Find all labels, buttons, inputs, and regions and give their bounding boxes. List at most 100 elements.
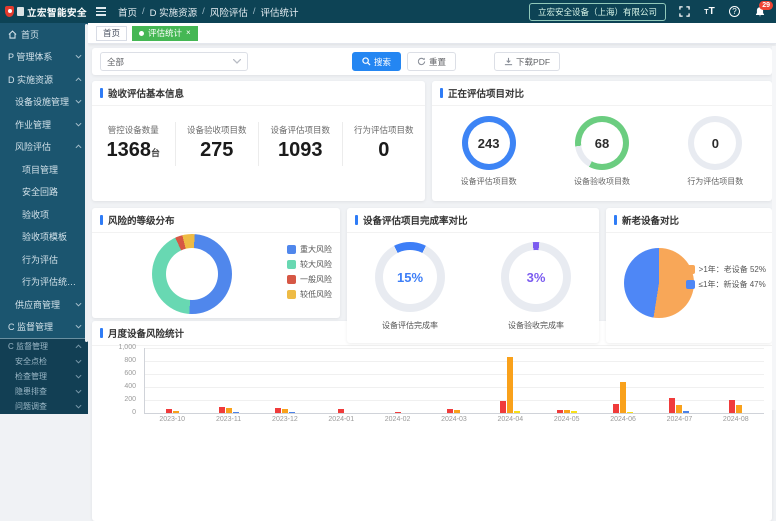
chevron-up-icon <box>75 144 82 149</box>
bar-red[interactable] <box>613 404 619 413</box>
newold-legend-item-1[interactable]: ≤1年：新设备 47% <box>686 279 766 290</box>
y-axis-tick: 800 <box>100 357 136 364</box>
refresh-icon <box>417 57 426 66</box>
bar-red[interactable] <box>557 410 563 413</box>
page-scrollbar[interactable] <box>772 46 776 410</box>
chevron-down-icon <box>75 324 82 329</box>
sidebar-item-10[interactable]: 行为评估 <box>0 248 88 271</box>
sidebar-item-0[interactable]: 首页 <box>0 23 88 46</box>
sidebar-item-1[interactable]: P 管理体系 <box>0 46 88 69</box>
risk-legend-item-1[interactable]: 较大风险 <box>287 259 332 270</box>
topbar-actions: 立宏安全设备（上海）有限公司 TT ? 29 <box>529 3 776 21</box>
legend-swatch <box>287 245 296 254</box>
help-icon[interactable]: ? <box>728 5 741 18</box>
breadcrumb-item[interactable]: 风险评估 <box>210 5 248 19</box>
notification-badge: 29 <box>759 1 773 10</box>
bar-red[interactable] <box>275 408 281 413</box>
risk-legend-item-3[interactable]: 较低风险 <box>287 289 332 300</box>
bar-red[interactable] <box>395 412 401 413</box>
sidebar-item-9[interactable]: 验收项模板 <box>0 226 88 249</box>
bar-blue[interactable] <box>289 412 295 413</box>
chevron-down-icon <box>75 122 82 127</box>
bar-red[interactable] <box>669 398 675 413</box>
newold-legend-item-0[interactable]: >1年：老设备 52% <box>686 264 766 275</box>
sidebar-scrollbar[interactable] <box>85 24 88 342</box>
sidebar-item-12[interactable]: 供应商管理 <box>0 293 88 316</box>
sidebar-item-4[interactable]: 问题调查 <box>0 399 88 414</box>
bar-group-2024-07 <box>651 348 707 413</box>
app-logo: 立宏智能安全 <box>0 5 88 19</box>
progress-donut-1: 68 设备验收项目数 <box>557 116 647 187</box>
breadcrumb-item[interactable]: 首页 <box>118 5 137 19</box>
filter-bar: 全部 搜索 重置 下载PDF <box>92 48 772 75</box>
active-tab-dot <box>139 31 144 36</box>
sidebar-collapse-icon[interactable] <box>96 7 106 16</box>
tab-0[interactable]: 首页 <box>96 26 127 41</box>
stat-value: 1368台 <box>92 139 175 164</box>
font-size-icon[interactable]: TT <box>703 5 716 18</box>
bar-yellow[interactable] <box>571 411 577 413</box>
sidebar-item-11[interactable]: 行为评估统… <box>0 271 88 294</box>
bar-orange[interactable] <box>507 357 513 413</box>
card-basic-info: 验收评估基本信息 管控设备数量 1368台设备验收项目数 275设备评估项目数 … <box>92 81 425 201</box>
bar-group-2023-10 <box>144 348 200 413</box>
stat-1: 设备验收项目数 275 <box>176 122 260 166</box>
completion-gauge-0: 15% 设备评估完成率 <box>360 242 460 331</box>
bar-orange[interactable] <box>454 410 460 413</box>
chevron-down-icon <box>233 59 241 64</box>
sidebar: 首页P 管理体系D 实施资源设备设施管理作业管理风险评估项目管理安全回路验收项验… <box>0 23 88 410</box>
bar-yellow[interactable] <box>514 411 520 413</box>
risk-legend-item-0[interactable]: 重大风险 <box>287 244 332 255</box>
company-button[interactable]: 立宏安全设备（上海）有限公司 <box>529 3 666 21</box>
card-basic-info-title: 验收评估基本信息 <box>92 81 425 106</box>
tab-1[interactable]: 评估统计× <box>132 26 198 41</box>
fullscreen-icon[interactable] <box>678 5 691 18</box>
bar-red[interactable] <box>729 400 735 413</box>
sidebar-item-5[interactable]: 风险评估 <box>0 136 88 159</box>
sidebar-item-7[interactable]: 安全回路 <box>0 181 88 204</box>
bar-orange[interactable] <box>564 410 570 413</box>
filter-select[interactable]: 全部 <box>100 52 248 71</box>
main-area: 首页评估统计× 全部 搜索 重置 下载PDF 验收评估基本信息 <box>88 23 776 410</box>
y-axis-tick: 200 <box>100 396 136 403</box>
bar-orange[interactable] <box>620 382 626 413</box>
bar-orange[interactable] <box>173 411 179 413</box>
sidebar-item-13[interactable]: C 监督管理 <box>0 316 88 339</box>
bar-orange[interactable] <box>736 405 742 413</box>
download-pdf-button[interactable]: 下载PDF <box>494 52 560 71</box>
sidebar-item-3[interactable]: 设备设施管理 <box>0 91 88 114</box>
sidebar-item-3[interactable]: 隐患排查 <box>0 384 88 399</box>
sidebar-item-8[interactable]: 验收项 <box>0 203 88 226</box>
risk-legend-item-2[interactable]: 一般风险 <box>287 274 332 285</box>
sidebar-item-2[interactable]: D 实施资源 <box>0 68 88 91</box>
bar-blue[interactable] <box>233 412 239 413</box>
card-monthly-risk: 月度设备风险统计 1,00080060040020002023-102023-1… <box>92 321 772 521</box>
sidebar-item-0[interactable]: C 监督管理 <box>0 339 88 354</box>
card-in-progress-title: 正在评估项目对比 <box>432 81 772 106</box>
bar-blue[interactable] <box>683 411 689 413</box>
x-axis-tick: 2024-05 <box>539 416 595 423</box>
breadcrumb-separator: / <box>202 6 205 17</box>
tab-close-icon[interactable]: × <box>186 29 191 37</box>
completion-gauge-1: 3% 设备验收完成率 <box>486 242 586 331</box>
x-axis-tick: 2023-10 <box>144 416 200 423</box>
bar-red[interactable] <box>500 401 506 413</box>
breadcrumb-item[interactable]: 评估统计 <box>260 5 298 19</box>
legend-swatch <box>287 275 296 284</box>
notifications-bell-icon[interactable]: 29 <box>753 5 766 18</box>
sidebar-item-2[interactable]: 检查管理 <box>0 369 88 384</box>
search-button[interactable]: 搜索 <box>352 52 401 71</box>
breadcrumb-item[interactable]: D 实施资源 <box>150 5 198 19</box>
stat-2: 设备评估项目数 1093 <box>259 122 343 166</box>
sidebar-item-6[interactable]: 项目管理 <box>0 158 88 181</box>
x-axis-tick: 2024-04 <box>482 416 538 423</box>
bar-yellow[interactable] <box>627 412 633 413</box>
sidebar-item-4[interactable]: 作业管理 <box>0 113 88 136</box>
bar-red[interactable] <box>219 407 225 413</box>
bar-orange[interactable] <box>676 405 682 413</box>
reset-button[interactable]: 重置 <box>407 52 456 71</box>
bar-orange[interactable] <box>226 408 232 413</box>
sidebar-item-1[interactable]: 安全点检 <box>0 354 88 369</box>
top-bar: 立宏智能安全 首页/D 实施资源/风险评估/评估统计 立宏安全设备（上海）有限公… <box>0 0 776 23</box>
filter-select-value: 全部 <box>107 56 124 68</box>
